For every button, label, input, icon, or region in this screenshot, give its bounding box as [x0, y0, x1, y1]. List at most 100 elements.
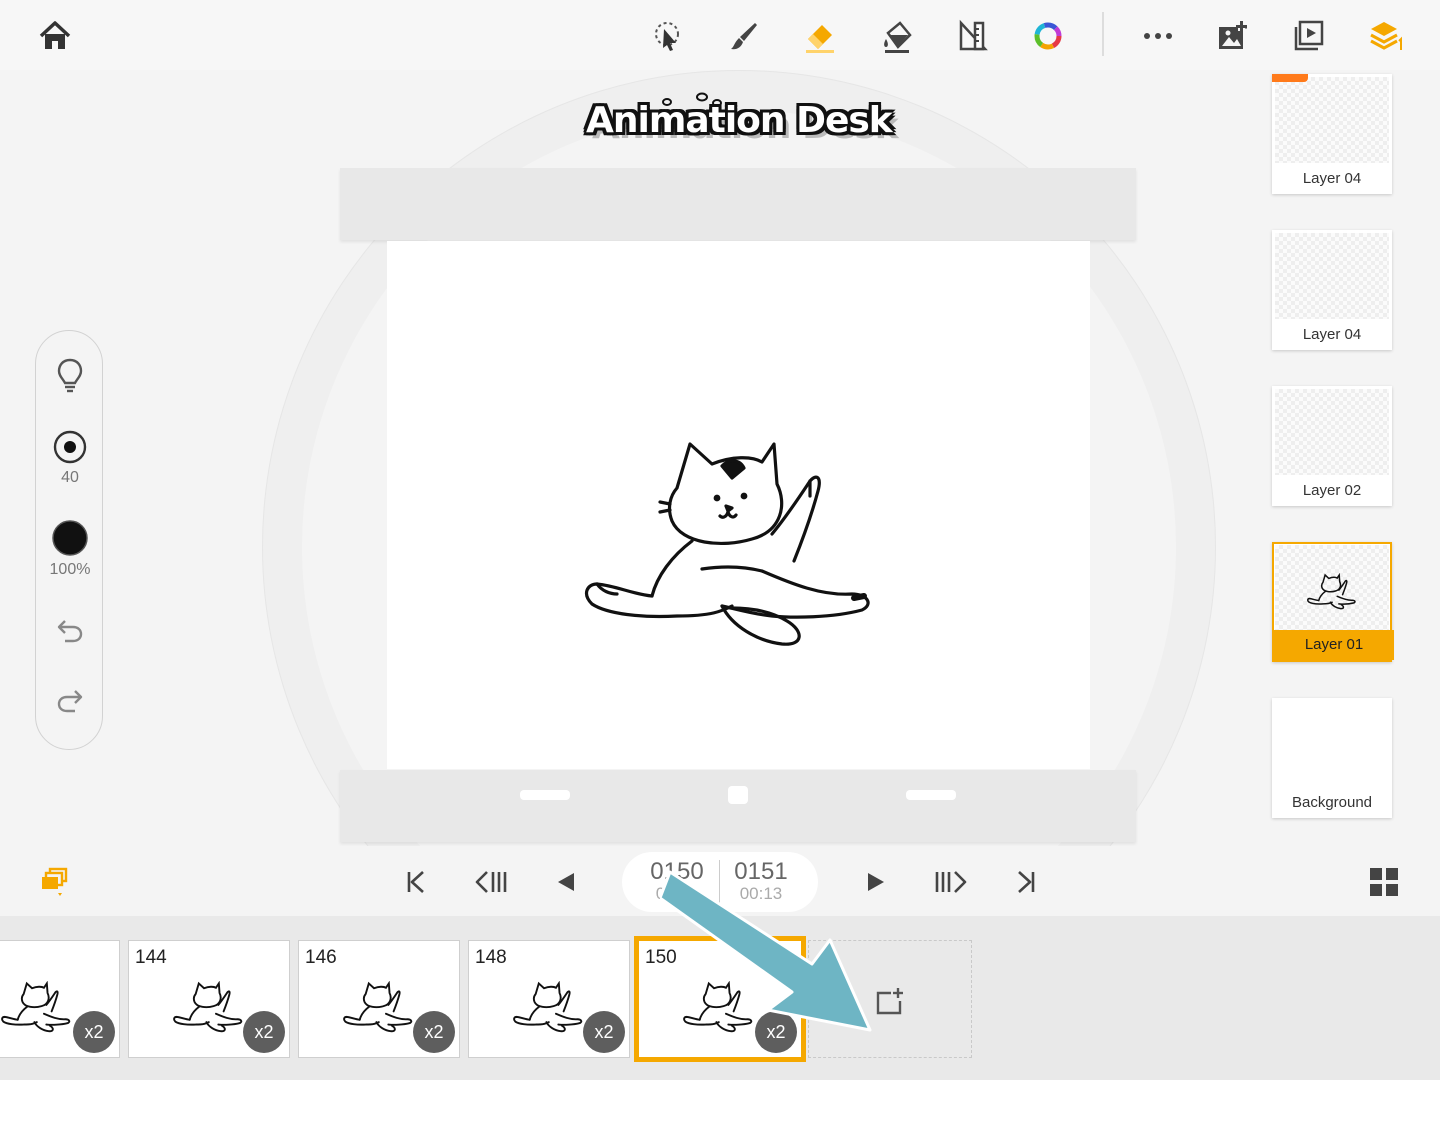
peg-left [520, 790, 570, 800]
redo-icon [57, 690, 83, 713]
undo-icon [57, 620, 83, 643]
step-back-icon [475, 871, 507, 893]
skip-to-end-icon [1018, 871, 1035, 893]
brush-icon[interactable] [722, 14, 766, 58]
next-frame-time: 00:13 [739, 884, 783, 903]
layer-label: Layer 04 [1272, 320, 1392, 350]
peg-right [906, 790, 956, 800]
frame-preview [173, 981, 243, 1033]
layer-item[interactable]: Layer 04 [1272, 74, 1392, 194]
frame-multiplier-badge[interactable]: x2 [73, 1011, 115, 1053]
frame-counter[interactable]: 0150 00:12 0151 00:13 [622, 852, 818, 912]
toolbar-divider [1102, 12, 1104, 56]
layer-label: Layer 02 [1272, 476, 1392, 506]
app-logo-text: Animation Desk [586, 100, 893, 141]
onion-skin-toggle[interactable] [34, 864, 74, 900]
layer-thumbnail [1275, 77, 1389, 163]
eraser-icon[interactable] [798, 14, 842, 58]
brush-size-control[interactable]: 40 [36, 429, 104, 487]
layer-thumbnail [1275, 545, 1389, 631]
last-frame-button[interactable] [1006, 864, 1046, 900]
layer-thumbnail [1275, 233, 1389, 319]
grid-icon [1370, 868, 1398, 896]
next-frame-number: 0151 [734, 858, 788, 885]
frame-thumbnail[interactable]: 148 x2 [468, 940, 630, 1058]
drawing-canvas[interactable] [387, 241, 1090, 769]
layer-thumbnail [1275, 701, 1389, 787]
pro-badge [1272, 74, 1308, 82]
frame-thumbnail[interactable]: x2 [0, 940, 120, 1058]
tips-button[interactable] [36, 357, 104, 393]
undo-button[interactable] [36, 615, 104, 645]
triangle-left-icon [558, 873, 574, 891]
filmstrip: x2 144 x2 146 x2 148 x2 150 x2 [0, 916, 1440, 1080]
app-logo: Animation Desk [560, 80, 920, 160]
add-frame-icon [876, 988, 903, 1015]
step-forward-icon [935, 871, 967, 893]
lasso-select-icon[interactable] [645, 14, 689, 58]
frame-number: 148 [475, 947, 507, 968]
ruler-icon[interactable] [951, 14, 995, 58]
current-color-swatch [52, 520, 88, 556]
frame-preview [683, 981, 753, 1033]
frame-preview [1, 981, 71, 1033]
next-keyframe-button[interactable] [931, 864, 971, 900]
home-icon[interactable] [33, 14, 77, 58]
current-frame-cell: 0150 00:12 [632, 858, 722, 904]
next-frame-cell: 0151 00:13 [716, 858, 806, 904]
previous-keyframe-button[interactable] [471, 864, 511, 900]
color-opacity-control[interactable]: 100% [36, 519, 104, 579]
brush-size-value: 40 [61, 469, 79, 486]
color-wheel-icon[interactable] [1026, 14, 1070, 58]
frame-thumbnail[interactable]: 144 x2 [128, 940, 290, 1058]
first-frame-button[interactable] [396, 864, 436, 900]
layers-icon[interactable] [1364, 14, 1408, 58]
canvas-peg-bar [340, 770, 1136, 842]
stage: Animation Desk [0, 70, 1440, 1024]
fill-bucket-icon[interactable] [875, 14, 919, 58]
frame-preview [343, 981, 413, 1033]
top-toolbar [0, 0, 1440, 70]
triangle-right-icon [868, 873, 884, 891]
add-image-icon[interactable] [1211, 14, 1255, 58]
playback-bar: 0150 00:12 0151 00:13 [0, 846, 1440, 916]
add-frame-button[interactable] [808, 940, 972, 1058]
layer-label: Background [1272, 788, 1392, 818]
previous-frame-button[interactable] [546, 864, 586, 900]
skip-to-start-icon [407, 871, 424, 893]
frame-thumbnail-current[interactable]: 150 x2 [634, 936, 806, 1062]
layer-item-active[interactable]: Layer 01 [1272, 542, 1394, 662]
layer-item-background[interactable]: Background [1272, 698, 1392, 818]
grid-view-button[interactable] [1364, 864, 1404, 900]
frame-number: 146 [305, 947, 337, 968]
more-icon[interactable] [1136, 14, 1180, 58]
canvas-top-bar [340, 168, 1136, 240]
frame-number: 144 [135, 947, 167, 968]
frame-multiplier-badge[interactable]: x2 [583, 1011, 625, 1053]
layer-label: Layer 01 [1274, 630, 1394, 660]
current-frame-time: 00:12 [655, 884, 699, 903]
layer-item[interactable]: Layer 02 [1272, 386, 1392, 506]
frame-multiplier-badge[interactable]: x2 [755, 1011, 797, 1053]
frame-number: 150 [645, 947, 677, 968]
frame-preview [513, 981, 583, 1033]
playback-preview-icon[interactable] [1287, 14, 1331, 58]
redo-button[interactable] [36, 685, 104, 715]
frame-multiplier-badge[interactable]: x2 [413, 1011, 455, 1053]
bottom-spacer [0, 1080, 1440, 1122]
animation-desk-app: Animation Desk 40 100% Layer 04 Layer 04… [0, 0, 1440, 1122]
peg-center [728, 786, 748, 804]
next-frame-button[interactable] [856, 864, 896, 900]
layer-item[interactable]: Layer 04 [1272, 230, 1392, 350]
onion-skin-icon [42, 867, 68, 896]
cat-drawing [584, 442, 870, 646]
frame-thumbnail[interactable]: 146 x2 [298, 940, 460, 1058]
brush-size-icon [53, 430, 87, 464]
layer-label: Layer 04 [1272, 164, 1392, 194]
current-frame-number: 0150 [650, 858, 704, 885]
lightbulb-icon [57, 358, 83, 393]
layer-thumbnail [1275, 389, 1389, 475]
frame-multiplier-badge[interactable]: x2 [243, 1011, 285, 1053]
opacity-value: 100% [49, 561, 91, 578]
tool-panel: 40 100% [35, 330, 103, 750]
